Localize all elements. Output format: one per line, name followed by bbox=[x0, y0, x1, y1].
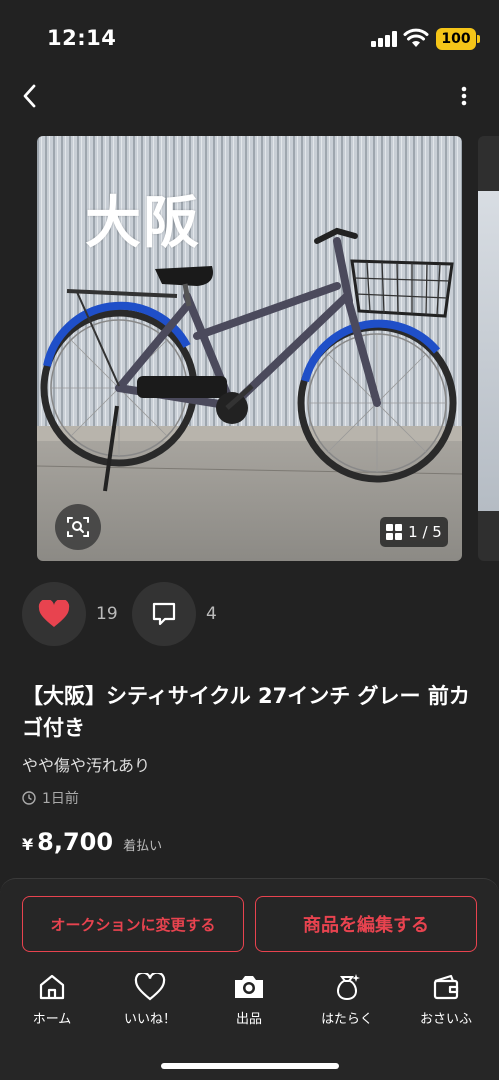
status-time: 12:14 bbox=[47, 26, 117, 50]
signal-icon bbox=[371, 31, 398, 47]
product-title: 【大阪】シティサイクル 27インチ グレー 前カゴ付き bbox=[22, 684, 470, 740]
tab-home[interactable]: ホーム bbox=[12, 970, 92, 1040]
like-count: 19 bbox=[96, 604, 118, 624]
comment-button[interactable] bbox=[132, 582, 196, 646]
home-icon bbox=[35, 970, 69, 1004]
currency-symbol: ¥ bbox=[22, 835, 34, 854]
grid-icon bbox=[386, 524, 403, 540]
product-photo[interactable]: 大阪 1 / 5 bbox=[37, 136, 462, 561]
comment-icon bbox=[152, 602, 176, 626]
zoom-button[interactable] bbox=[55, 504, 101, 550]
price-amount: 8,700 bbox=[37, 828, 114, 856]
battery-icon: 100 bbox=[436, 28, 480, 50]
clock-icon bbox=[22, 791, 36, 805]
image-search-icon bbox=[67, 517, 89, 537]
comment-count: 4 bbox=[206, 604, 217, 624]
like-button[interactable] bbox=[22, 582, 86, 646]
nav-bar bbox=[0, 80, 499, 114]
wallet-icon bbox=[429, 970, 463, 1004]
tab-wallet[interactable]: おさいふ bbox=[406, 970, 486, 1040]
heart-filled-icon bbox=[38, 600, 70, 627]
chevron-left-icon bbox=[23, 84, 36, 108]
action-row: 19 4 bbox=[0, 582, 499, 646]
tab-label: いいね！ bbox=[123, 1012, 176, 1027]
price: ¥ 8,700 着払い bbox=[22, 828, 162, 856]
tab-work[interactable]: はたらく bbox=[307, 970, 387, 1040]
money-bag-icon bbox=[330, 970, 364, 1004]
tab-label: 出品 bbox=[235, 1012, 262, 1027]
tab-label: はたらく bbox=[321, 1012, 373, 1027]
more-vertical-icon bbox=[461, 86, 467, 106]
posted-time-text: 1日前 bbox=[42, 791, 79, 807]
photo-counter-text: 1 / 5 bbox=[408, 523, 442, 541]
shipping-label: 着払い bbox=[123, 839, 163, 854]
tab-label: ホーム bbox=[32, 1012, 72, 1027]
photo-overlay-text: 大阪 bbox=[85, 191, 201, 256]
heart-icon bbox=[133, 970, 167, 1004]
tab-sell[interactable]: 出品 bbox=[209, 970, 289, 1040]
tab-label: おさいふ bbox=[419, 1012, 472, 1027]
change-to-auction-button[interactable]: オークションに変更する bbox=[22, 896, 244, 952]
camera-icon bbox=[232, 970, 266, 1004]
tab-bar: ホーム いいね！ 出品 はたらく おさいふ bbox=[0, 970, 499, 1040]
wifi-icon bbox=[403, 28, 429, 48]
tab-likes[interactable]: いいね！ bbox=[110, 970, 190, 1040]
product-condition: やや傷や汚れあり bbox=[22, 756, 151, 775]
photo-counter[interactable]: 1 / 5 bbox=[380, 517, 448, 547]
next-photo-preview[interactable] bbox=[478, 136, 499, 561]
edit-item-button[interactable]: 商品を編集する bbox=[255, 896, 477, 952]
more-options-button[interactable] bbox=[452, 80, 476, 112]
home-indicator bbox=[161, 1063, 339, 1069]
posted-time: 1日前 bbox=[22, 788, 79, 808]
status-bar: 12:14 100 bbox=[0, 0, 499, 80]
back-button[interactable] bbox=[14, 80, 44, 112]
